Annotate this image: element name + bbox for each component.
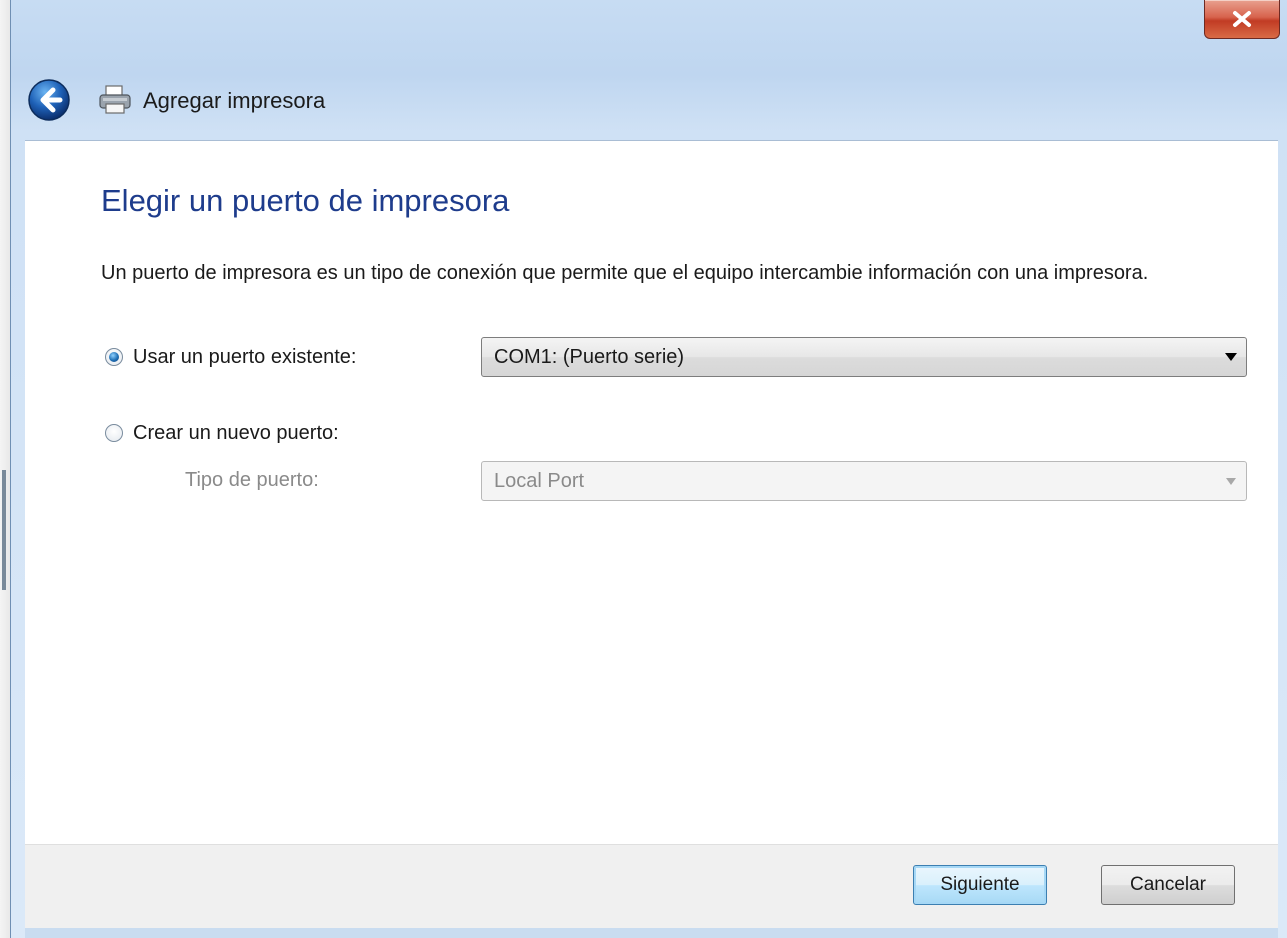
- new-port-option[interactable]: Crear un nuevo puerto:: [105, 416, 339, 450]
- port-type-value: Local Port: [494, 469, 585, 492]
- chevron-down-icon: [1216, 477, 1246, 485]
- screen: Agregar impresora Elegir un puerto de im…: [0, 0, 1287, 938]
- wizard-content: Elegir un puerto de impresora Un puerto …: [25, 140, 1278, 845]
- add-printer-window: Agregar impresora Elegir un puerto de im…: [10, 0, 1287, 938]
- existing-port-label[interactable]: Usar un puerto existente:: [133, 346, 356, 369]
- page-description: Un puerto de impresora es un tipo de con…: [101, 262, 1149, 284]
- new-port-radio[interactable]: [105, 424, 123, 442]
- port-type-label: Tipo de puerto:: [185, 469, 319, 491]
- back-arrow-icon: [28, 79, 70, 121]
- printer-icon: [97, 82, 133, 118]
- cancel-button[interactable]: Cancelar: [1101, 865, 1235, 905]
- existing-port-radio[interactable]: [105, 348, 123, 366]
- window-title: Agregar impresora: [143, 88, 326, 113]
- wizard-footer: Siguiente Cancelar: [25, 844, 1278, 929]
- back-button[interactable]: [27, 78, 71, 122]
- port-type-select: Local Port: [481, 461, 1247, 501]
- close-button[interactable]: [1204, 0, 1280, 39]
- chevron-down-icon: [1216, 353, 1246, 361]
- existing-port-select[interactable]: COM1: (Puerto serie): [481, 337, 1247, 377]
- existing-port-option[interactable]: Usar un puerto existente:: [105, 340, 356, 374]
- page-heading: Elegir un puerto de impresora: [101, 183, 510, 218]
- next-button[interactable]: Siguiente: [913, 865, 1047, 905]
- new-port-label[interactable]: Crear un nuevo puerto:: [133, 422, 339, 445]
- existing-port-value: COM1: (Puerto serie): [494, 345, 685, 368]
- navigation-bar: Agregar impresora: [11, 58, 1287, 138]
- edge-mark: [2, 470, 6, 590]
- window-bottom-frame: [25, 928, 1278, 938]
- close-icon: [1233, 11, 1251, 27]
